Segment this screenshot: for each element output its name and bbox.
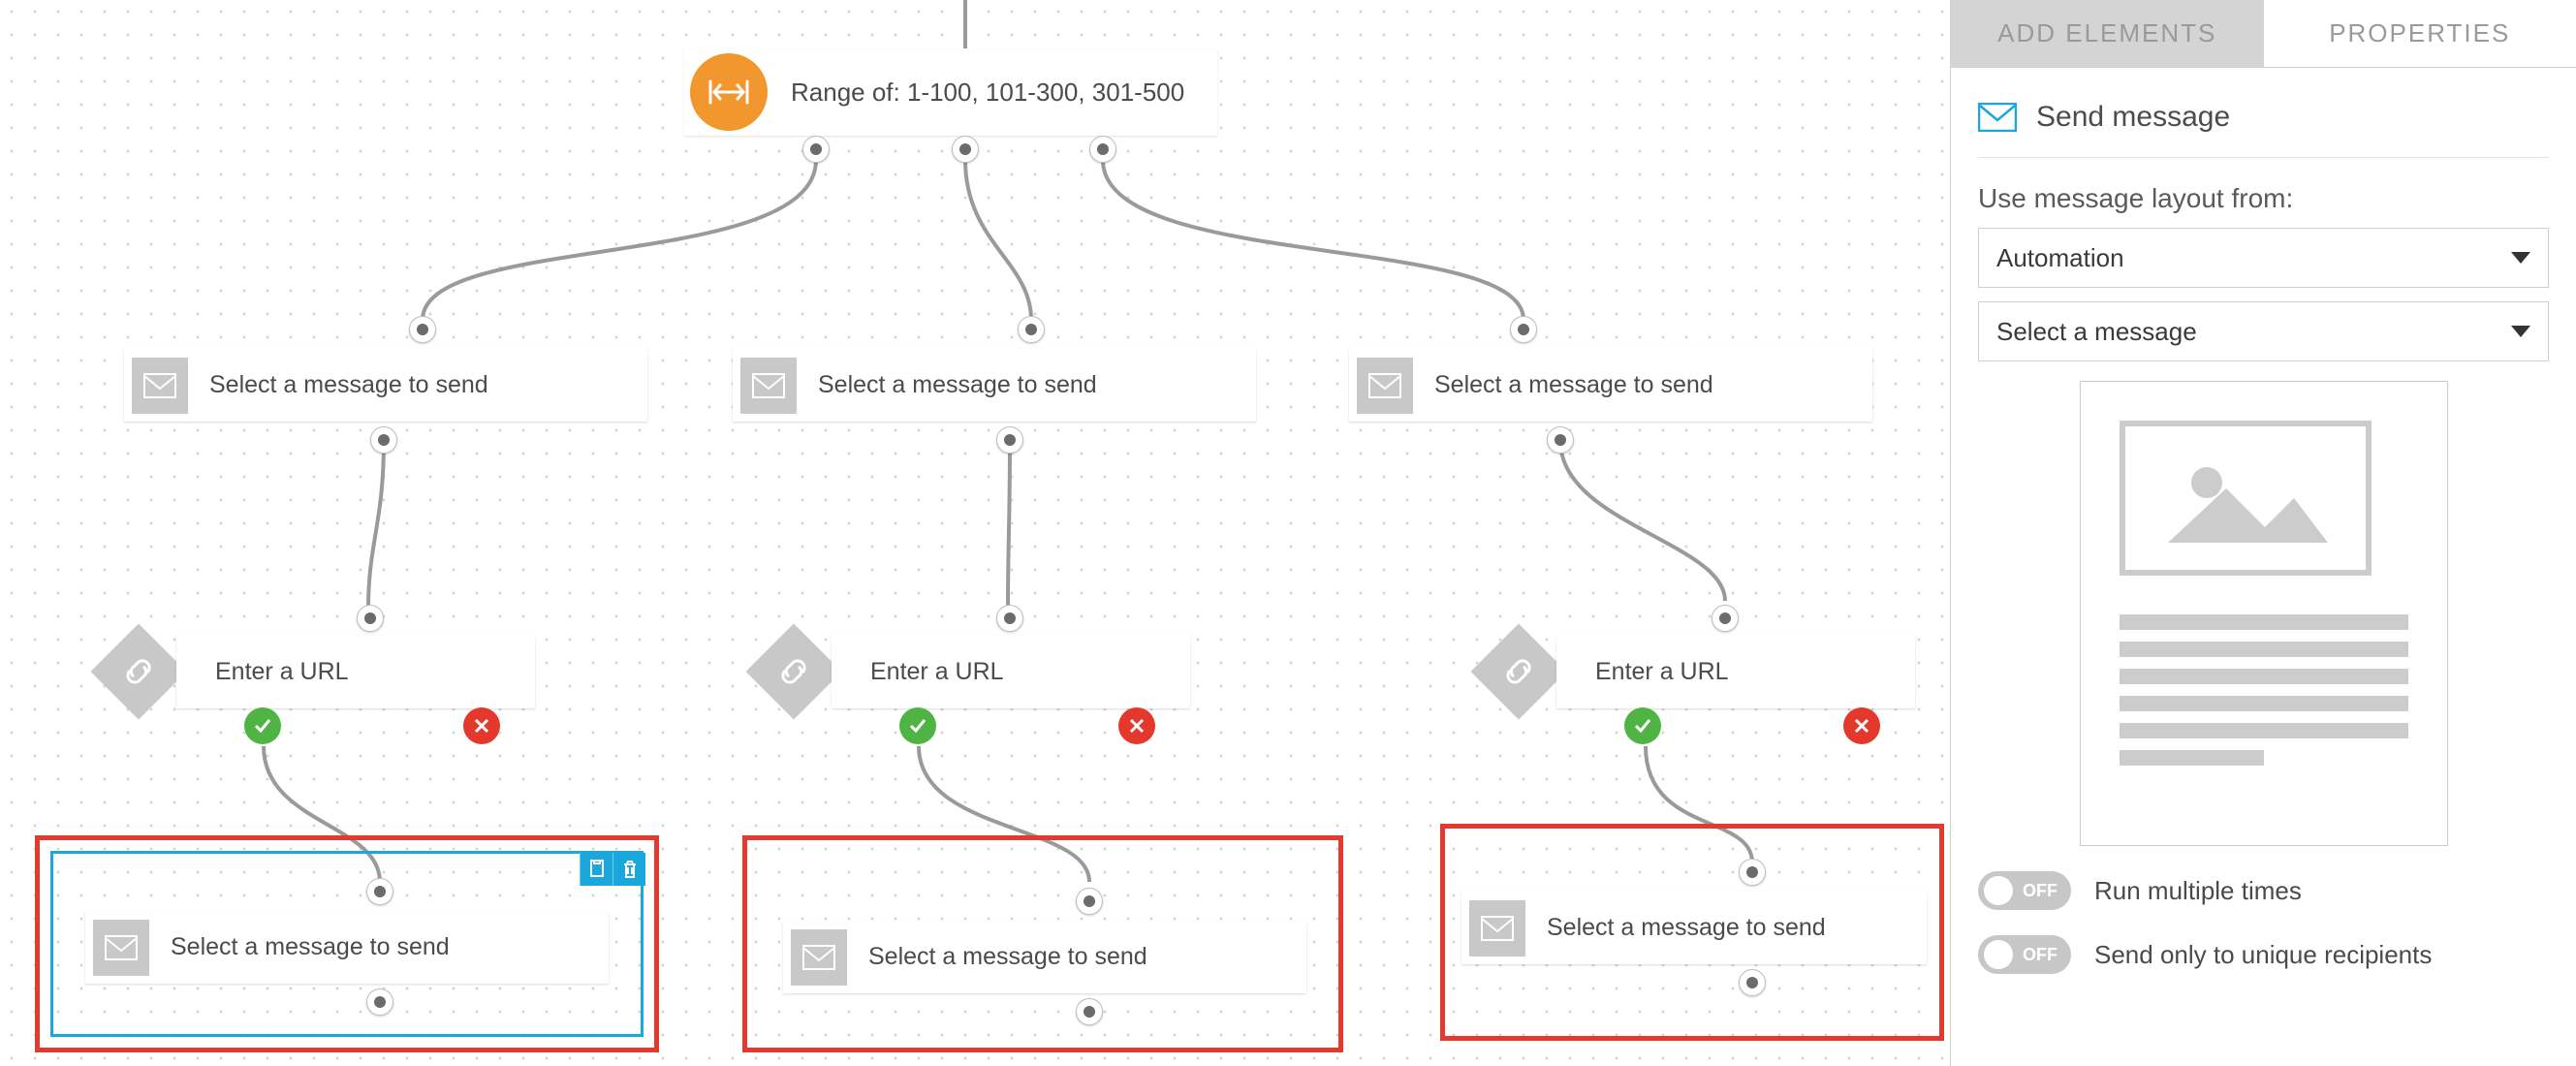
node-label: Select a message to send [1525,914,1847,942]
message-select[interactable]: Select a message [1978,301,2549,361]
port[interactable] [409,316,436,343]
message-node[interactable]: Select a message to send [783,921,1306,993]
preview-line [2120,669,2408,684]
port[interactable] [1739,969,1766,996]
preview-line [2120,642,2408,657]
range-label: Range of: 1-100, 101-300, 301-500 [768,78,1208,108]
mail-icon [1469,900,1525,956]
trash-icon[interactable] [613,853,645,886]
message-node[interactable]: Select a message to send [1461,892,1927,964]
mail-icon [93,920,149,976]
url-node[interactable]: Enter a URL [1556,636,1915,708]
check-icon[interactable] [899,707,936,744]
toggle-knob [1984,876,2013,905]
copy-icon[interactable] [580,853,613,886]
preview-image-icon [2120,421,2372,576]
port[interactable] [1018,316,1045,343]
panel-title: Send message [1978,93,2549,158]
mail-icon [1978,102,2017,133]
workflow-canvas[interactable]: Range of: 1-100, 101-300, 301-500 Select… [0,0,1950,1066]
node-label: Select a message to send [149,933,471,961]
range-node[interactable]: Range of: 1-100, 101-300, 301-500 [684,48,1217,136]
message-preview [2080,381,2448,846]
panel-title-text: Send message [2036,101,2230,134]
node-label: Enter a URL [832,658,1025,686]
preview-line [2120,614,2408,630]
select-value: Select a message [1996,317,2197,347]
node-actions [580,853,645,886]
node-label: Enter a URL [176,658,370,686]
toggle-unique-recipients[interactable]: OFF [1978,935,2071,974]
preview-line [2120,723,2408,738]
node-label: Select a message to send [847,943,1169,971]
tab-add-elements[interactable]: ADD ELEMENTS [1951,0,2264,68]
tab-properties[interactable]: PROPERTIES [2264,0,2576,68]
url-node[interactable]: Enter a URL [832,636,1190,708]
preview-line [2120,696,2408,711]
port[interactable] [1547,426,1574,454]
port[interactable] [802,136,830,163]
port[interactable] [1510,316,1537,343]
port[interactable] [1089,136,1116,163]
message-node[interactable]: Select a message to send [733,349,1256,422]
message-node[interactable]: Select a message to send [1349,349,1872,422]
chevron-down-icon [2511,252,2530,264]
tab-label: PROPERTIES [2329,18,2510,48]
close-icon[interactable] [1118,707,1155,744]
message-node[interactable]: Select a message to send [124,349,647,422]
layout-select[interactable]: Automation [1978,228,2549,288]
port[interactable] [1712,605,1739,632]
toggle-knob [1984,940,2013,969]
mail-icon [740,358,797,414]
message-node[interactable]: Select a message to send [85,911,609,984]
toggle-label: Send only to unique recipients [2094,940,2432,970]
toggle-label: Run multiple times [2094,876,2302,906]
port[interactable] [1076,888,1103,915]
node-label: Select a message to send [188,371,510,399]
select-value: Automation [1996,243,2124,273]
node-label: Select a message to send [1413,371,1735,399]
link-icon [746,624,842,720]
range-icon [690,53,768,131]
link-icon [91,624,187,720]
check-icon[interactable] [1624,707,1661,744]
port[interactable] [366,878,393,905]
port[interactable] [952,136,979,163]
chevron-down-icon [2511,326,2530,337]
port[interactable] [366,988,393,1016]
port[interactable] [996,426,1023,454]
layout-from-label: Use message layout from: [1978,183,2549,214]
preview-line [2120,750,2264,766]
tab-label: ADD ELEMENTS [1997,18,2216,48]
node-label: Select a message to send [797,371,1118,399]
port[interactable] [370,426,397,454]
node-label: Enter a URL [1556,658,1750,686]
port[interactable] [1739,859,1766,886]
port[interactable] [1076,998,1103,1025]
link-icon [1471,624,1567,720]
close-icon[interactable] [1843,707,1880,744]
mail-icon [791,929,847,986]
url-node[interactable]: Enter a URL [176,636,535,708]
properties-panel: ADD ELEMENTS PROPERTIES Send message Use… [1950,0,2576,1066]
port[interactable] [996,605,1023,632]
mail-icon [132,358,188,414]
toggle-state: OFF [2023,945,2058,965]
mail-icon [1357,358,1413,414]
toggle-state: OFF [2023,881,2058,901]
toggle-run-multiple[interactable]: OFF [1978,871,2071,910]
close-icon[interactable] [463,707,500,744]
port[interactable] [357,605,384,632]
check-icon[interactable] [244,707,281,744]
